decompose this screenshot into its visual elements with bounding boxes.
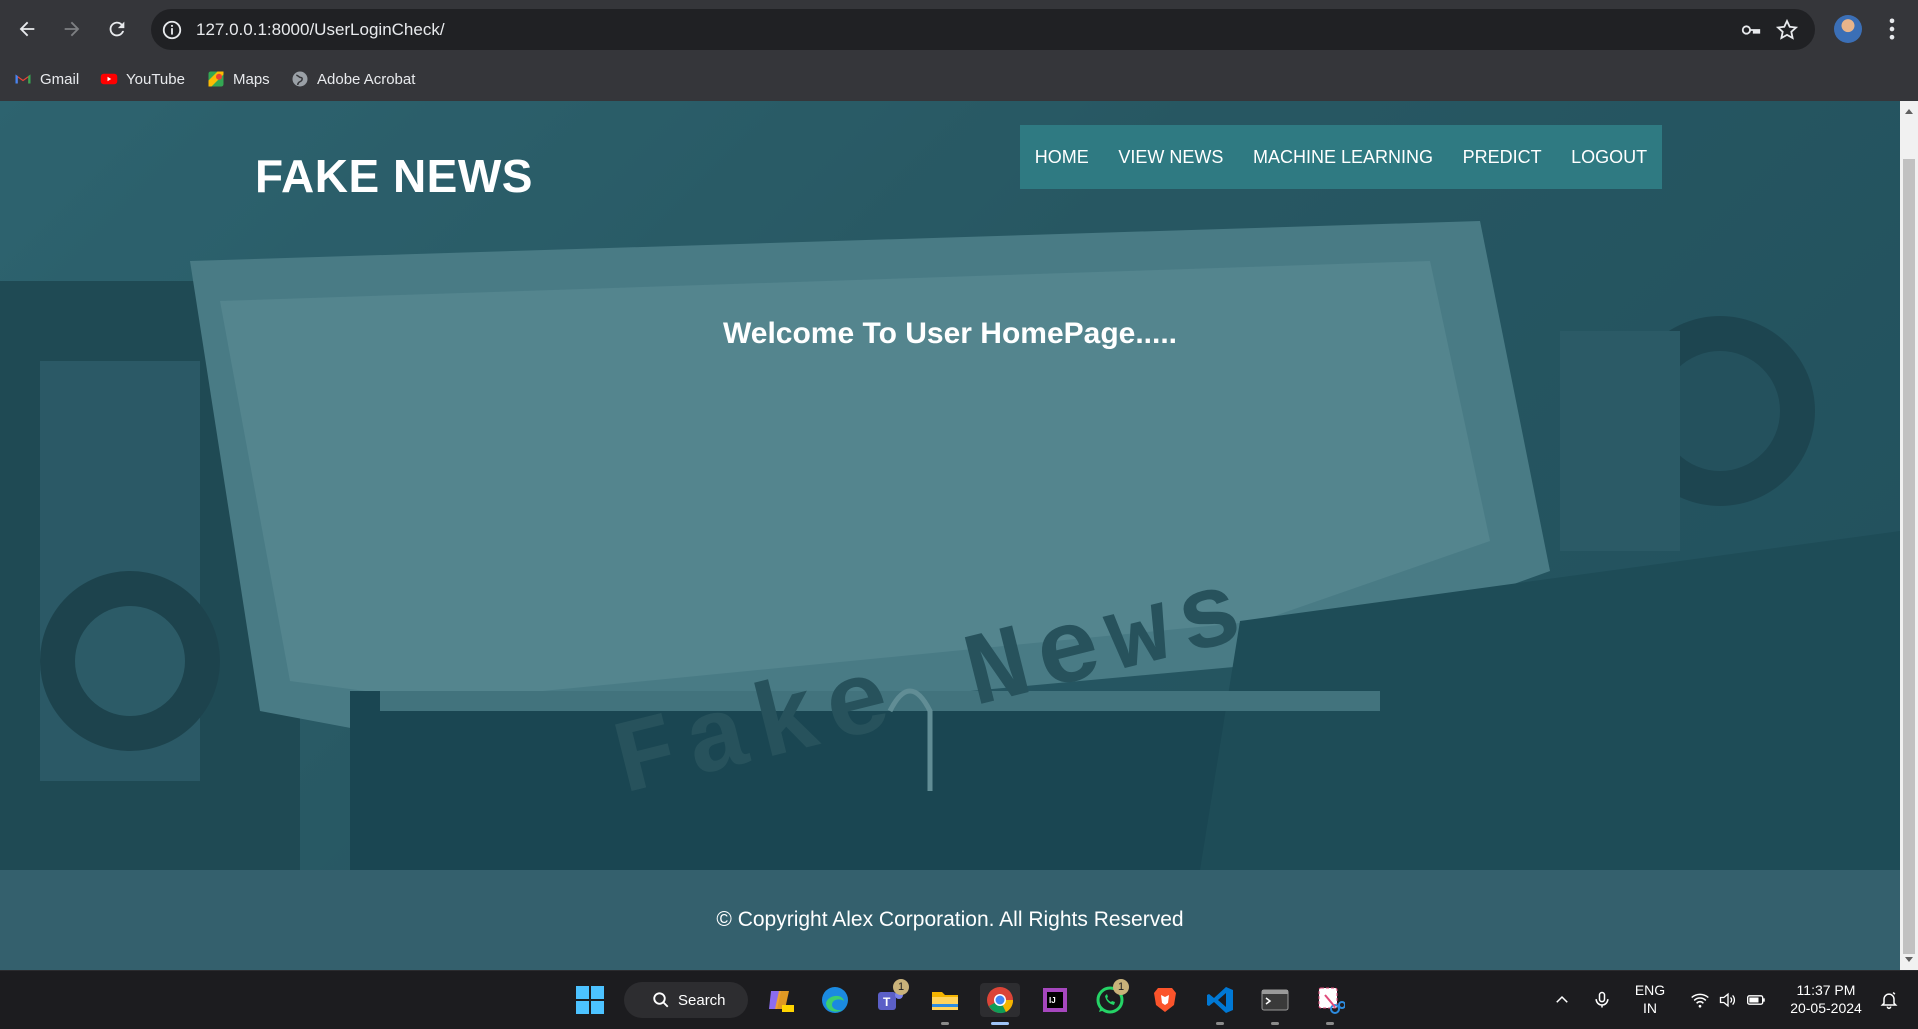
app-running-indicator: [1326, 1022, 1334, 1025]
file-explorer-app[interactable]: [928, 983, 962, 1025]
vscode-app[interactable]: [1203, 983, 1237, 1025]
chrome-icon: [987, 987, 1014, 1014]
terminal-icon: [1261, 989, 1289, 1011]
hero-section: Fake News FAKE NEWS HOME VIEW NEWS MACHI…: [0, 101, 1900, 870]
clock[interactable]: 11:37 PM 20-05-2024: [1784, 981, 1868, 1017]
scroll-down-arrow[interactable]: [1905, 957, 1913, 962]
windows-taskbar: Search T 1 IJ 1 ENG IN 11:37 PM 20-05-20…: [0, 970, 1918, 1029]
site-logo[interactable]: FAKE NEWS: [255, 149, 533, 203]
svg-text:T: T: [883, 995, 891, 1009]
intellij-app[interactable]: IJ: [1038, 983, 1072, 1017]
gmail-icon: [15, 74, 31, 84]
nav-home[interactable]: HOME: [1035, 147, 1089, 168]
browser-toolbar: 127.0.0.1:8000/UserLoginCheck/: [0, 0, 1918, 58]
youtube-icon: [100, 73, 118, 85]
app-running-indicator: [1216, 1022, 1224, 1025]
bookmark-gmail[interactable]: Gmail: [14, 66, 79, 92]
notification-bell-icon: [1880, 991, 1898, 1010]
scroll-up-arrow[interactable]: [1905, 109, 1913, 114]
language-line-1: ENG: [1634, 982, 1666, 998]
bookmark-label: YouTube: [126, 70, 185, 88]
url-text[interactable]: 127.0.0.1:8000/UserLoginCheck/: [196, 19, 445, 40]
whatsapp-app[interactable]: 1: [1093, 979, 1129, 1017]
bookmark-adobe-acrobat[interactable]: Adobe Acrobat: [291, 66, 415, 92]
app-running-indicator: [941, 1022, 949, 1025]
chevron-up-icon: [1556, 995, 1568, 1003]
nav-machine-learning[interactable]: MACHINE LEARNING: [1253, 147, 1433, 168]
nav-view-news[interactable]: VIEW NEWS: [1118, 147, 1223, 168]
page-footer: © Copyright Alex Corporation. All Rights…: [0, 870, 1900, 970]
teams-app[interactable]: T 1: [873, 979, 909, 1017]
copilot-app[interactable]: [763, 983, 797, 1017]
start-button[interactable]: [573, 983, 607, 1017]
folder-icon: [932, 992, 958, 1010]
snipping-tool-icon: [1318, 987, 1345, 1014]
main-nav: HOME VIEW NEWS MACHINE LEARNING PREDICT …: [1020, 125, 1662, 189]
show-hidden-icons-button[interactable]: [1545, 983, 1579, 1017]
bookmark-label: Maps: [233, 70, 270, 88]
bookmark-label: Gmail: [40, 70, 80, 88]
edge-icon: [822, 987, 848, 1013]
address-bar[interactable]: 127.0.0.1:8000/UserLoginCheck/: [151, 9, 1815, 50]
clock-time: 11:37 PM: [1796, 982, 1856, 998]
arrow-left-icon: [19, 21, 35, 37]
bookmark-youtube[interactable]: YouTube: [100, 66, 185, 92]
edge-app[interactable]: [818, 983, 852, 1017]
reload-icon: [109, 21, 125, 37]
bookmarks-bar: Gmail YouTube Maps Adobe Acrobat: [0, 58, 1918, 101]
app-running-indicator: [1271, 1022, 1279, 1025]
intellij-icon: IJ: [1043, 988, 1067, 1012]
scrollbar-thumb[interactable]: [1903, 159, 1915, 954]
profile-avatar[interactable]: [1834, 15, 1862, 43]
page-scrollbar[interactable]: [1900, 101, 1918, 970]
web-page: Fake News FAKE NEWS HOME VIEW NEWS MACHI…: [0, 101, 1900, 970]
bookmark-maps[interactable]: Maps: [207, 66, 270, 92]
notifications-button[interactable]: [1876, 983, 1902, 1017]
maps-icon: [208, 71, 224, 87]
copilot-icon: [769, 991, 794, 1012]
more-menu-icon[interactable]: [1878, 15, 1906, 43]
bookmark-star-icon[interactable]: [1775, 18, 1799, 42]
forward-button[interactable]: [55, 12, 89, 46]
quick-settings-button[interactable]: [1680, 983, 1776, 1017]
back-button[interactable]: [10, 12, 44, 46]
terminal-app[interactable]: [1258, 983, 1292, 1025]
brave-lion-icon: [1154, 988, 1176, 1012]
microphone-icon: [1595, 991, 1609, 1008]
search-icon: [653, 992, 669, 1008]
taskbar-search[interactable]: Search: [624, 982, 748, 1018]
microphone-button[interactable]: [1585, 983, 1619, 1017]
battery-icon: [1747, 995, 1765, 1005]
snipping-tool-app[interactable]: [1313, 983, 1347, 1025]
reload-button[interactable]: [100, 12, 134, 46]
bookmark-label: Adobe Acrobat: [317, 70, 416, 88]
app-active-indicator: [991, 1022, 1009, 1025]
search-label: Search: [678, 991, 726, 1009]
welcome-heading: Welcome To User HomePage.....: [722, 317, 1178, 350]
typewriter-background-image: Fake News: [0, 101, 1900, 870]
nav-predict[interactable]: PREDICT: [1463, 147, 1542, 168]
globe-icon: [292, 71, 308, 87]
volume-icon: [1719, 992, 1735, 1008]
brave-app[interactable]: [1148, 983, 1182, 1017]
password-key-icon[interactable]: [1739, 19, 1763, 41]
browser-chrome: 127.0.0.1:8000/UserLoginCheck/ Gmail You…: [0, 0, 1918, 101]
vscode-icon: [1207, 987, 1233, 1013]
wifi-icon: [1691, 993, 1709, 1008]
whatsapp-badge: 1: [1113, 979, 1129, 995]
windows-logo-icon: [576, 986, 604, 1014]
language-line-2: IN: [1643, 1000, 1657, 1016]
copyright-text: © Copyright Alex Corporation. All Rights…: [716, 908, 1184, 931]
site-info-icon[interactable]: [161, 19, 183, 41]
clock-date: 20-05-2024: [1790, 1000, 1862, 1016]
svg-text:IJ: IJ: [1049, 996, 1056, 1005]
teams-badge: 1: [893, 979, 909, 995]
chrome-app[interactable]: [980, 983, 1020, 1025]
nav-logout[interactable]: LOGOUT: [1571, 147, 1647, 168]
arrow-right-icon: [64, 21, 80, 37]
language-indicator[interactable]: ENG IN: [1628, 981, 1672, 1017]
